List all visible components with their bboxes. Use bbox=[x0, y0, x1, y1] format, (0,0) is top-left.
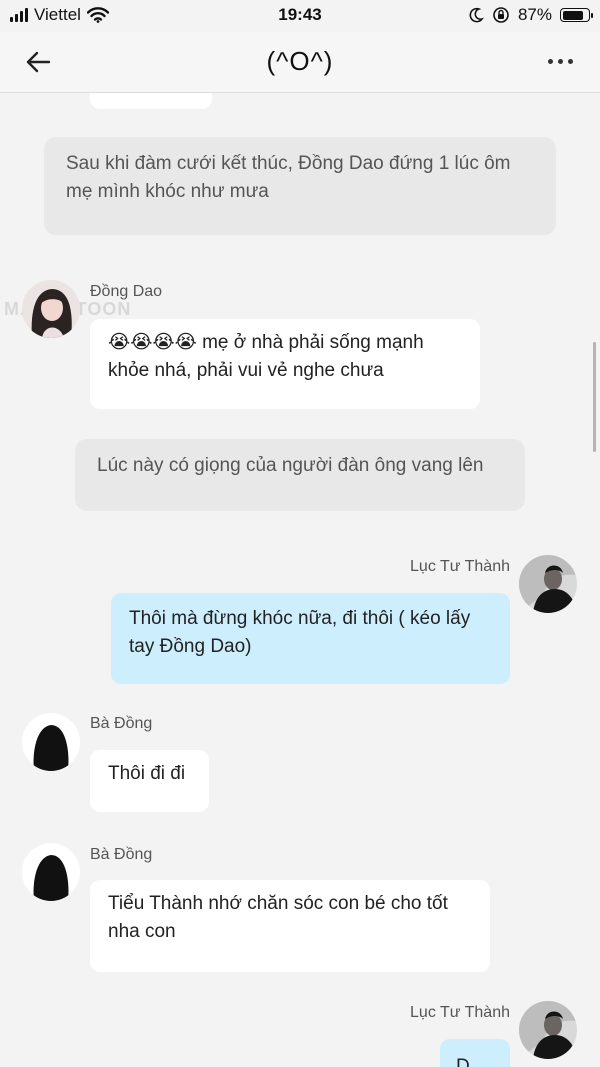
narration-text: Lúc này có giọng của người đàn ông vang … bbox=[97, 455, 484, 476]
narration-bubble: Lúc này có giọng của người đàn ông vang … bbox=[75, 439, 525, 511]
chat-area[interactable]: Sau khi đàm cưới kết thúc, Đồng Dao đứng… bbox=[0, 93, 600, 1067]
narration-text: Sau khi đàm cưới kết thúc, Đồng Dao đứng… bbox=[66, 153, 511, 202]
avatar[interactable] bbox=[22, 280, 80, 338]
sender-name: Bà Đồng bbox=[90, 715, 153, 732]
message-bubble: Tiểu Thành nhớ chăn sóc con bé cho tốt n… bbox=[90, 880, 490, 972]
battery-percent: 87% bbox=[517, 5, 552, 24]
man-avatar-icon bbox=[519, 1001, 577, 1059]
status-right: 87% bbox=[468, 5, 593, 25]
silhouette-avatar-icon bbox=[22, 713, 80, 771]
message-text: D... bbox=[456, 1056, 486, 1067]
avatar[interactable] bbox=[22, 843, 80, 901]
scrollbar-thumb[interactable] bbox=[593, 342, 596, 452]
message-text: 😭😭😭😭 mẹ ở nhà phải sống mạnh khỏe nhá, p… bbox=[108, 332, 424, 381]
orientation-lock-icon bbox=[493, 7, 509, 23]
message-bubble: Thôi mà đừng khóc nữa, đi thôi ( kéo lấy… bbox=[111, 593, 510, 684]
status-bar: Viettel 19:43 87% bbox=[0, 0, 600, 32]
sender-name: Đồng Dao bbox=[90, 283, 163, 300]
silhouette-avatar-icon bbox=[22, 843, 80, 901]
moon-icon bbox=[469, 7, 484, 23]
message-bubble: 😭😭😭😭 mẹ ở nhà phải sống mạnh khỏe nhá, p… bbox=[90, 319, 480, 409]
man-avatar-icon bbox=[519, 555, 577, 613]
avatar[interactable] bbox=[22, 713, 80, 771]
girl-avatar-icon bbox=[22, 280, 80, 338]
sender-name: Lục Tư Thành bbox=[410, 1004, 510, 1021]
sender-name: Lục Tư Thành bbox=[410, 558, 510, 575]
page-title: (^O^) bbox=[266, 46, 334, 76]
previous-message-bubble bbox=[90, 93, 212, 109]
narration-bubble: Sau khi đàm cưới kết thúc, Đồng Dao đứng… bbox=[44, 137, 556, 235]
message-bubble: D... bbox=[440, 1039, 510, 1067]
message-bubble: Thôi đi đi bbox=[90, 750, 209, 812]
message-text: Thôi mà đừng khóc nữa, đi thôi ( kéo lấy… bbox=[129, 608, 471, 657]
nav-bar: (^O^) bbox=[0, 32, 600, 93]
avatar[interactable] bbox=[519, 555, 577, 613]
avatar[interactable] bbox=[519, 1001, 577, 1059]
sender-name: Bà Đồng bbox=[90, 846, 153, 863]
message-text: Thôi đi đi bbox=[108, 763, 186, 784]
more-options-button[interactable] bbox=[542, 46, 578, 76]
battery-icon bbox=[560, 8, 593, 22]
battery-fill bbox=[562, 10, 584, 20]
message-text: Tiểu Thành nhớ chăn sóc con bé cho tốt n… bbox=[108, 893, 448, 942]
